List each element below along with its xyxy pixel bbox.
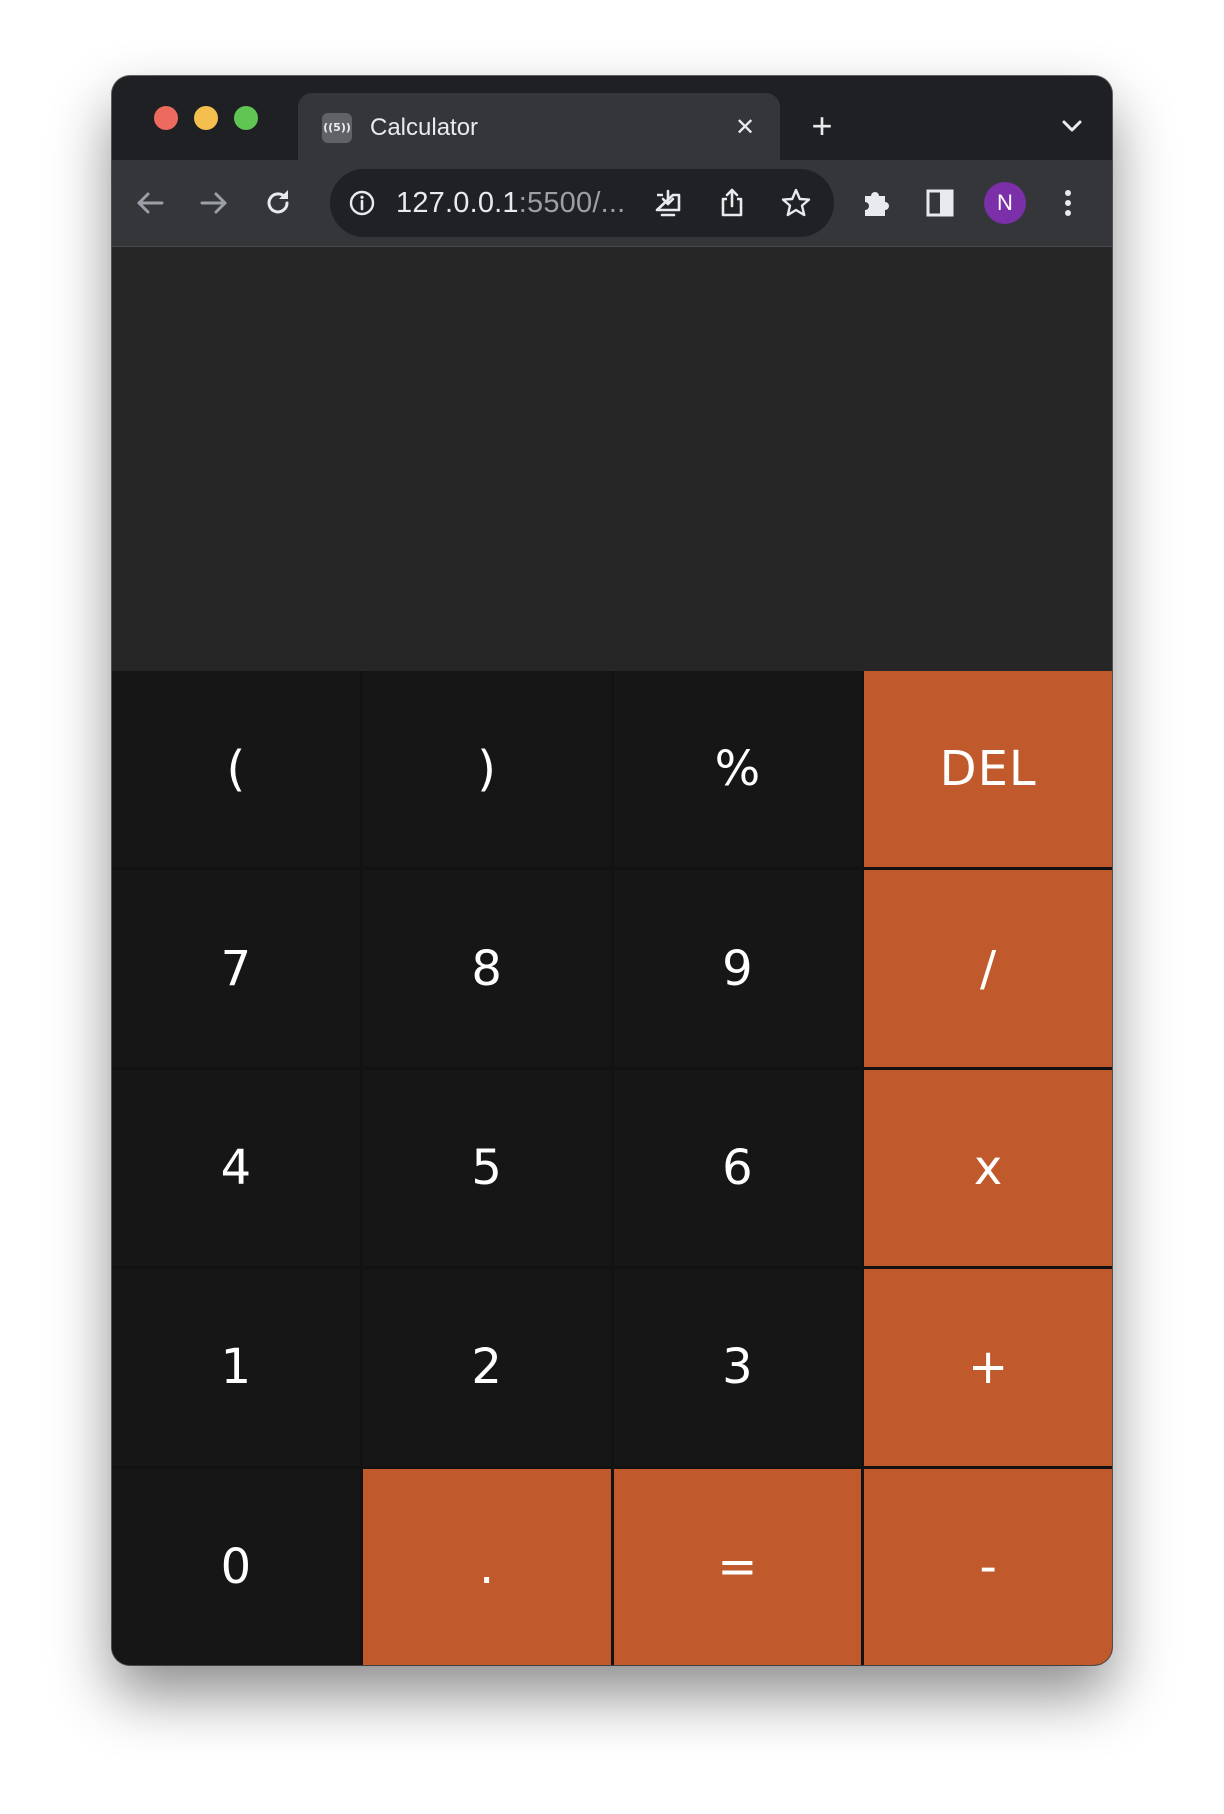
back-button[interactable] [128, 181, 172, 225]
minimize-window-button[interactable] [194, 106, 218, 130]
favicon-icon: ((5)) [322, 113, 352, 143]
key-delete-button[interactable]: DEL [864, 671, 1112, 868]
arrow-left-icon [137, 192, 164, 214]
maximize-window-button[interactable] [234, 106, 258, 130]
arrow-right-icon [200, 192, 227, 214]
share-button[interactable] [710, 181, 754, 225]
key-digit-0-button[interactable]: 0 [112, 1468, 360, 1665]
key-digit-4-button[interactable]: 4 [112, 1069, 360, 1267]
key-digit-8-button[interactable]: 8 [362, 870, 611, 1067]
calculator-display [112, 247, 1112, 671]
key-digit-6-button[interactable]: 6 [613, 1069, 862, 1267]
url-text[interactable]: 127.0.0.1:5500/... [396, 188, 625, 218]
browser-window: ((5)) Calculator ✕ + 127.0.0.1:5500/... … [112, 76, 1112, 1665]
info-icon[interactable] [348, 189, 376, 217]
profile-avatar[interactable]: N [984, 182, 1026, 224]
kebab-menu-icon [1065, 190, 1071, 216]
calculator-keypad: ()% DEL 7 8 9/ 4 5 6 x 1 2 3 +0. = - [112, 671, 1112, 1665]
key-digit-1-button[interactable]: 1 [112, 1269, 360, 1466]
side-panel-button[interactable] [918, 181, 962, 225]
star-icon [781, 188, 811, 217]
key-percent-button[interactable]: % [613, 671, 862, 868]
key-subtract-button[interactable]: - [864, 1468, 1112, 1665]
key-digit-3-button[interactable]: 3 [613, 1269, 862, 1466]
key-decimal-button[interactable]: . [362, 1468, 611, 1665]
side-panel-icon [926, 189, 954, 217]
install-app-icon [655, 189, 681, 217]
key-multiply-button[interactable]: x [864, 1069, 1112, 1267]
browser-menu-button[interactable] [1046, 181, 1090, 225]
key-open-paren-button[interactable]: ( [112, 671, 360, 868]
browser-toolbar: 127.0.0.1:5500/... N [112, 160, 1112, 247]
bookmark-button[interactable] [774, 181, 818, 225]
tab-title: Calculator [370, 114, 479, 141]
new-tab-button[interactable]: + [802, 106, 842, 146]
key-add-button[interactable]: + [864, 1269, 1112, 1466]
install-app-button[interactable] [646, 181, 690, 225]
forward-button[interactable] [192, 181, 236, 225]
reload-icon [267, 190, 289, 214]
key-close-paren-button[interactable]: ) [362, 671, 611, 868]
calculator-page: ()% DEL 7 8 9/ 4 5 6 x 1 2 3 +0. = - [112, 247, 1112, 1665]
reload-button[interactable] [256, 181, 300, 225]
close-window-button[interactable] [154, 106, 178, 130]
key-divide-button[interactable]: / [864, 870, 1112, 1067]
tab-close-icon[interactable]: ✕ [728, 111, 762, 145]
key-digit-7-button[interactable]: 7 [112, 870, 360, 1067]
url-path: :5500/... [518, 187, 626, 219]
key-equals-button[interactable]: = [613, 1468, 862, 1665]
puzzle-icon [865, 192, 889, 216]
tab-strip: ((5)) Calculator ✕ + [112, 76, 1112, 160]
address-bar[interactable]: 127.0.0.1:5500/... [330, 169, 834, 237]
url-host: 127.0.0.1 [396, 187, 519, 219]
key-digit-5-button[interactable]: 5 [362, 1069, 611, 1267]
share-icon [721, 188, 743, 217]
tab-calculator[interactable]: ((5)) Calculator ✕ [298, 93, 780, 160]
chevron-down-icon[interactable] [1052, 106, 1092, 146]
key-digit-2-button[interactable]: 2 [362, 1269, 611, 1466]
key-digit-9-button[interactable]: 9 [613, 870, 862, 1067]
extensions-button[interactable] [854, 181, 898, 225]
